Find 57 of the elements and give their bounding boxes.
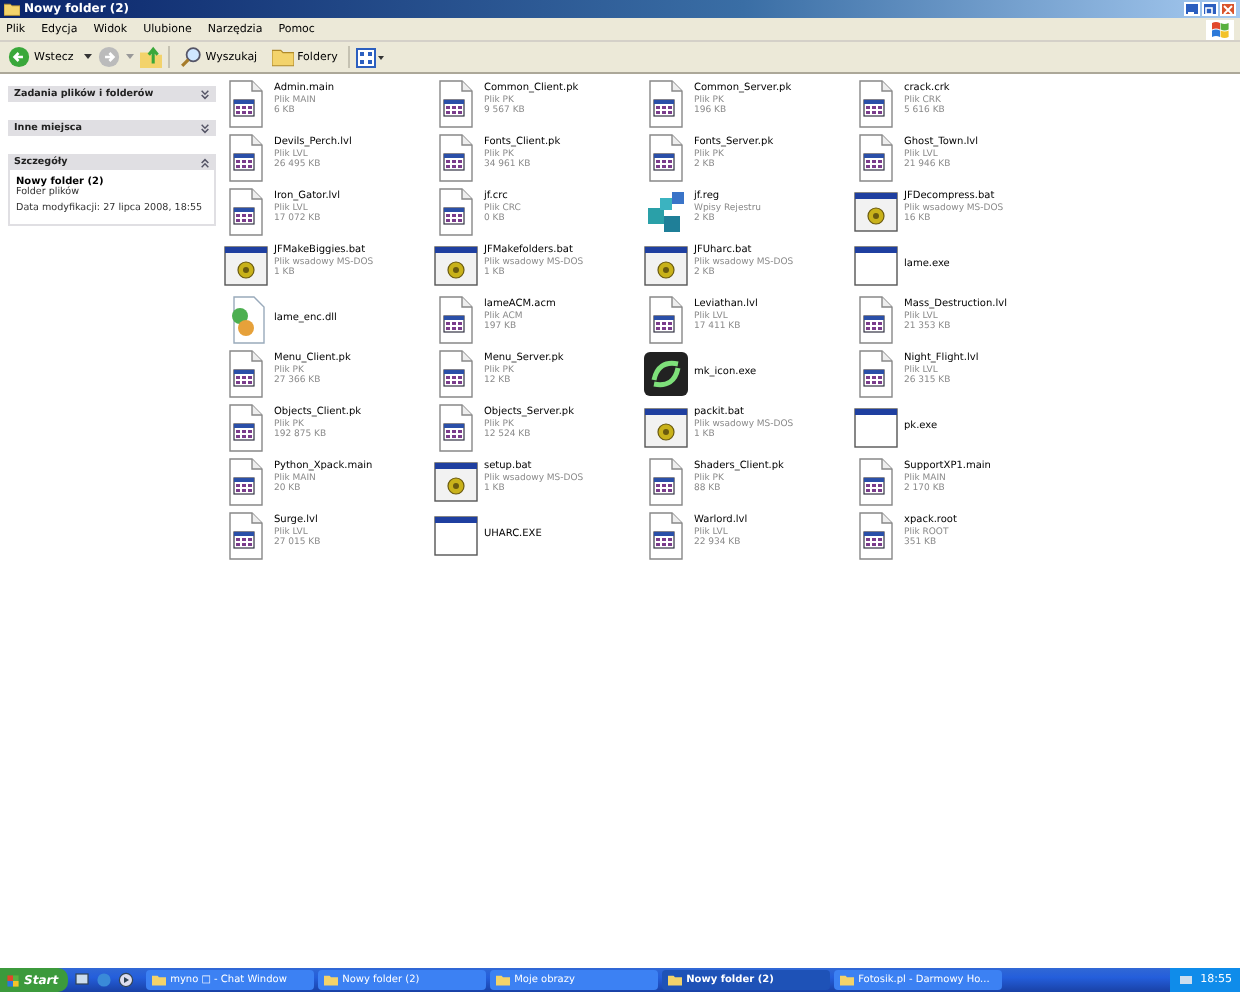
document-icon[interactable] — [434, 188, 478, 236]
document-icon[interactable] — [434, 350, 478, 398]
minimize-button[interactable] — [1184, 2, 1200, 16]
document-icon[interactable] — [434, 404, 478, 452]
folder-icon — [496, 974, 511, 986]
folder-icon — [152, 974, 167, 986]
close-button[interactable] — [1220, 2, 1236, 16]
search-icon — [179, 46, 202, 68]
batch-file-icon[interactable] — [854, 188, 898, 236]
swirl-app-icon[interactable] — [644, 350, 688, 398]
expand-chevron-icon[interactable] — [200, 123, 210, 133]
close-icon — [1222, 3, 1234, 15]
collapse-chevron-icon[interactable] — [200, 157, 210, 167]
application-window-icon[interactable] — [854, 242, 898, 290]
batch-file-icon[interactable] — [644, 404, 688, 452]
views-icon[interactable] — [355, 47, 384, 67]
windows-logo-icon — [1206, 19, 1234, 39]
document-icon[interactable] — [854, 458, 898, 506]
document-icon[interactable] — [644, 80, 688, 128]
cubes-icon[interactable] — [644, 188, 688, 236]
desktop-icon[interactable] — [74, 972, 91, 988]
document-icon[interactable] — [224, 512, 268, 560]
folder-icon — [324, 974, 339, 986]
restore-icon — [1204, 3, 1216, 15]
batch-file-icon[interactable] — [644, 242, 688, 290]
document-icon[interactable] — [434, 80, 478, 128]
back-arrow-icon — [8, 46, 30, 68]
document-icon[interactable] — [854, 512, 898, 560]
folder-icon — [668, 974, 683, 986]
document-icon[interactable] — [224, 458, 268, 506]
application-window-icon[interactable] — [434, 512, 478, 560]
document-icon[interactable] — [854, 80, 898, 128]
restore-button[interactable] — [1202, 2, 1218, 16]
document-icon[interactable] — [854, 296, 898, 344]
batch-file-icon[interactable] — [224, 242, 268, 290]
document-icon[interactable] — [224, 80, 268, 128]
application-window-icon[interactable] — [854, 404, 898, 452]
document-icon[interactable] — [434, 134, 478, 182]
document-icon[interactable] — [224, 350, 268, 398]
folder-icon — [840, 974, 855, 986]
caret-icon[interactable] — [83, 54, 92, 60]
document-icon[interactable] — [434, 296, 478, 344]
folder-icon — [271, 46, 294, 68]
document-icon[interactable] — [854, 134, 898, 182]
windows-logo-icon — [6, 973, 20, 987]
document-icon[interactable] — [644, 296, 688, 344]
document-icon[interactable] — [224, 134, 268, 182]
document-icon[interactable] — [644, 512, 688, 560]
expand-chevron-icon[interactable] — [200, 89, 210, 99]
batch-file-icon[interactable] — [434, 458, 478, 506]
document-icon[interactable] — [854, 350, 898, 398]
document-icon[interactable] — [644, 134, 688, 182]
document-icon[interactable] — [644, 458, 688, 506]
batch-file-icon[interactable] — [434, 242, 478, 290]
document-icon[interactable] — [224, 404, 268, 452]
document-icon[interactable] — [224, 188, 268, 236]
media-player-icon[interactable] — [118, 972, 135, 988]
